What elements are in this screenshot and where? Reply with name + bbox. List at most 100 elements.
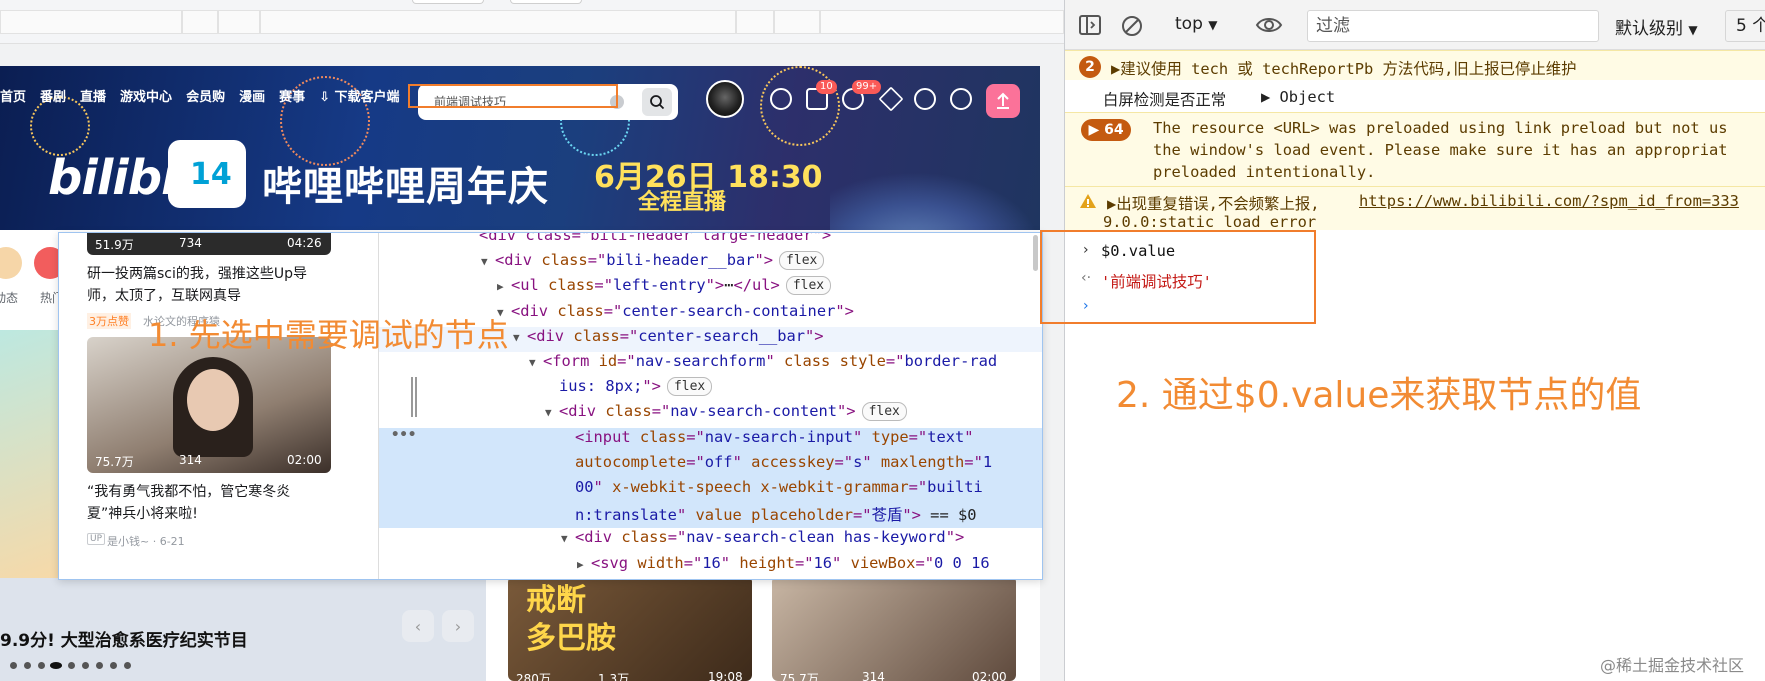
video-title[interactable]: “我有勇气我都不怕，管它寒冬炎夏”神兵小将来啦! — [87, 481, 321, 525]
dom-token: autocomplete — [575, 452, 687, 471]
video-thumbnail[interactable]: 戒断 多巴胺 280万 1.3万 19:08 — [508, 576, 752, 681]
video-author[interactable]: 是小钱~ · 6-21 — [107, 533, 185, 549]
dom-node-line[interactable]: autocomplete="off" accesskey="s" maxleng… — [379, 452, 1042, 478]
dom-node-line[interactable]: <div class="bili-header large-header"> — [379, 233, 1042, 251]
vip-icon[interactable] — [770, 88, 792, 110]
video-title[interactable]: 研一投两篇sci的我，强推这些Up导师，太顶了，互联网真导 — [87, 263, 321, 307]
nav-item-download[interactable]: ⇩ 下载客户端 — [319, 86, 399, 112]
dom-token: nav-search-input — [704, 427, 854, 446]
eye-icon[interactable] — [1255, 16, 1283, 34]
dom-token: center-search__bar — [638, 326, 806, 345]
page-preview: 51.9万 734 04:26 研一投两篇sci的我，强推这些Up导师，太顶了，… — [59, 233, 379, 579]
carousel-dot[interactable] — [24, 662, 31, 669]
nav-item-match[interactable]: 赛事 — [279, 86, 305, 112]
console-message[interactable]: 白屏检测是否正常 ▶ Object — [1065, 80, 1765, 112]
dom-node-line[interactable]: ▶ <svg width="16" height="16" viewBox="0 … — [379, 554, 1042, 579]
flex-badge[interactable]: flex — [779, 251, 825, 271]
devtools-console: top ▼ 过滤 默认级别 ▼ 5 个 2 ▶建议使用 tech 或 techR… — [1064, 0, 1765, 681]
nav-item-manga[interactable]: 漫画 — [239, 86, 265, 112]
banner-subtitle: 全程直播 — [638, 190, 727, 215]
dom-token: =" — [603, 301, 623, 320]
search-button[interactable] — [642, 88, 672, 116]
carousel-dot[interactable] — [124, 662, 131, 669]
carousel-title[interactable]: 9.9分! 大型治愈系医疗纪实节目 — [0, 626, 248, 651]
flex-badge[interactable]: flex — [666, 377, 713, 397]
dom-token: left-entry — [612, 276, 706, 295]
video-thumbnail[interactable]: 75.7万 314 02:00 — [87, 337, 331, 473]
carousel-dot[interactable] — [68, 662, 75, 669]
nav-item-mall[interactable]: 会员购 — [186, 86, 225, 112]
carousel-next-button[interactable]: › — [442, 610, 474, 642]
nav-item-game[interactable]: 游戏中心 — [120, 86, 172, 112]
expand-triangle-icon[interactable]: ▼ — [513, 331, 527, 344]
dom-node-line[interactable]: <input class="nav-search-input" type="te… — [379, 427, 1042, 453]
dom-token: id — [598, 352, 618, 370]
dom-node-line[interactable]: 00" x-webkit-speech x-webkit-grammar="bu… — [379, 478, 1042, 503]
dynamic-channel-icon[interactable] — [0, 247, 22, 279]
history-icon[interactable] — [914, 88, 936, 110]
clear-console-icon[interactable] — [1121, 15, 1143, 37]
dom-node-line[interactable]: ▼ <div class="nav-search-clean has-keywor… — [379, 528, 1042, 553]
dom-token: nav-search-clean has-keyword — [686, 528, 946, 547]
video-thumbnail[interactable]: 75.7万 314 02:00 — [772, 576, 1016, 681]
carousel-dot[interactable] — [38, 662, 45, 669]
tab-stub[interactable] — [510, 0, 582, 4]
toolbar-segment — [182, 10, 218, 34]
dom-token: type — [871, 427, 909, 446]
upload-button[interactable] — [986, 84, 1020, 118]
context-selector[interactable]: top ▼ — [1175, 14, 1218, 34]
carousel-dot[interactable] — [110, 662, 117, 669]
like-badge: 3万点赞 — [87, 313, 131, 329]
carousel-image[interactable] — [0, 330, 60, 580]
dom-node-line[interactable]: ▶ <ul class="left-entry">⋯</ul> flex — [379, 276, 1042, 301]
tab-stub[interactable] — [412, 0, 484, 4]
expand-triangle-icon[interactable]: ▶ — [577, 558, 591, 571]
log-level-dropdown[interactable]: 默认级别 ▼ — [1615, 14, 1698, 39]
dom-token: =" — [964, 452, 983, 471]
console-message[interactable]: ▶出现重复错误,不会频繁上报, https://www.bilibili.com… — [1065, 186, 1765, 231]
dom-token: =" — [686, 452, 705, 471]
expand-triangle-icon[interactable]: ▼ — [561, 532, 575, 545]
node-options-icon[interactable]: ••• — [391, 427, 416, 443]
play-count: 280万 — [516, 672, 551, 681]
object-expander[interactable]: ▶ Object — [1261, 88, 1335, 106]
message-badge: 10 — [816, 80, 837, 94]
dom-token: =" — [908, 427, 928, 446]
scrollbar[interactable] — [1033, 235, 1038, 271]
dom-token: 1 — [982, 452, 993, 471]
dom-token: class — [639, 427, 687, 446]
expand-triangle-icon[interactable]: ▼ — [529, 356, 543, 369]
avatar[interactable] — [706, 80, 744, 118]
carousel-prev-button[interactable]: ‹ — [402, 610, 434, 642]
message-link[interactable]: https://www.bilibili.com/?spm_id_from=33… — [1359, 192, 1739, 210]
dom-node-line[interactable]: ius: 8px;"> flex — [379, 377, 1042, 402]
sidebar-toggle-icon[interactable] — [1079, 15, 1101, 35]
carousel-dot[interactable] — [96, 662, 103, 669]
carousel-dot[interactable] — [82, 662, 89, 669]
console-message[interactable]: ▶ 64 The resource <URL> was preloaded us… — [1065, 112, 1765, 186]
expand-triangle-icon[interactable]: ▶ — [497, 280, 511, 293]
flex-badge[interactable]: flex — [785, 276, 832, 296]
danmaku-count: 734 — [179, 236, 202, 250]
expand-triangle-icon[interactable]: ▼ — [481, 255, 495, 268]
nav-item-anime[interactable]: 番剧 — [40, 86, 66, 112]
filter-input[interactable]: 过滤 — [1307, 10, 1599, 42]
issues-counter[interactable]: 5 个 — [1725, 10, 1765, 42]
dom-node-line[interactable]: n:translate" value placeholder="苍盾"> == … — [379, 503, 1042, 529]
dom-token: n:translate — [575, 506, 677, 525]
carousel-dot-active[interactable] — [50, 662, 62, 669]
nav-item-home[interactable]: 首页 — [0, 86, 26, 112]
console-toolbar: top ▼ 过滤 默认级别 ▼ 5 个 — [1065, 0, 1765, 50]
creator-icon[interactable] — [950, 88, 972, 110]
expand-triangle-icon[interactable]: ▼ — [545, 406, 559, 419]
video-thumbnail[interactable]: 51.9万 734 04:26 — [87, 233, 331, 255]
dom-node-line[interactable]: ▼ <div class="nav-search-content"> flex — [379, 402, 1042, 427]
carousel-dot[interactable] — [10, 662, 17, 669]
dom-token: builti — [927, 478, 983, 496]
nav-item-live[interactable]: 直播 — [80, 86, 106, 112]
dom-token: =" — [617, 352, 636, 370]
flex-badge[interactable]: flex — [861, 402, 907, 422]
console-message[interactable]: 2 ▶建议使用 tech 或 techReportPb 方法代码,旧上报已停止维… — [1065, 50, 1765, 80]
nav-item-download-label: 下载客户端 — [334, 90, 400, 105]
dom-node-line[interactable]: ▼ <div class="bili-header__bar"> flex — [379, 251, 1042, 276]
